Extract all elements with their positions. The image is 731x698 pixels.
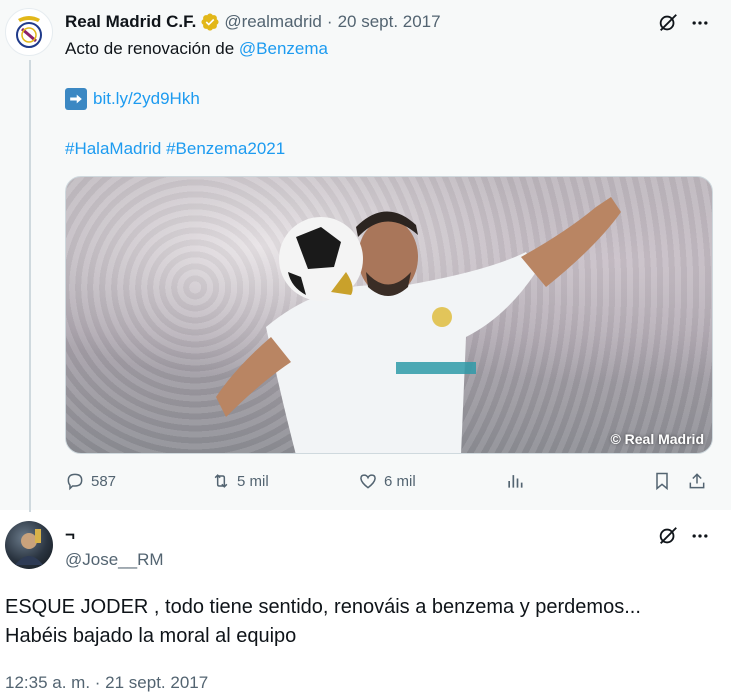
bookmark-icon xyxy=(656,472,668,491)
tweet-action-bar: 587 5 mil 6 mil xyxy=(65,469,713,493)
share-button[interactable] xyxy=(687,469,713,493)
real-madrid-avatar[interactable] xyxy=(5,8,53,56)
tweet-link-line: bit.ly/2yd9Hkh xyxy=(65,88,200,110)
reply-timestamp[interactable]: 12:35 a. m. · 21 sept. 2017 xyxy=(5,673,208,693)
reply-text-line1: ESQUE JODER , todo tiene sentido, renová… xyxy=(5,596,641,618)
tweet-photo[interactable]: © Real Madrid xyxy=(65,176,713,454)
real-madrid-crest-icon xyxy=(16,16,42,48)
retweet-count: 5 mil xyxy=(237,472,269,490)
reply-text: ESQUE JODER , todo tiene sentido, renová… xyxy=(5,593,725,651)
hashtags[interactable]: #HalaMadrid #Benzema2021 xyxy=(65,138,285,160)
grok-icon[interactable] xyxy=(656,524,680,548)
retweet-button[interactable]: 5 mil xyxy=(211,469,269,493)
photo-watermark: © Real Madrid xyxy=(610,431,704,447)
quoted-parent-tweet[interactable]: Real Madrid C.F. @realmadrid · 20 sept. … xyxy=(0,0,731,512)
share-icon xyxy=(689,473,705,489)
more-icon[interactable] xyxy=(688,524,712,548)
reply-text-line2: Habéis bajado la moral al equipo xyxy=(5,625,297,647)
short-url-link[interactable]: bit.ly/2yd9Hkh xyxy=(93,88,200,110)
bookmark-button[interactable] xyxy=(652,469,678,493)
reply-icon xyxy=(67,473,83,491)
retweet-icon xyxy=(214,474,228,488)
views-button[interactable] xyxy=(505,469,531,493)
like-count: 6 mil xyxy=(384,472,416,490)
more-icon[interactable] xyxy=(688,11,712,35)
author-name[interactable]: Real Madrid C.F. xyxy=(65,12,196,32)
avatar-image xyxy=(15,529,43,565)
like-icon xyxy=(360,474,376,489)
tweet-text-prefix: Acto de renovación de xyxy=(65,39,239,58)
tweet-date[interactable]: 20 sept. 2017 xyxy=(338,12,441,32)
reply-author-handle[interactable]: @Jose__RM xyxy=(65,550,164,570)
reply-count: 587 xyxy=(91,472,117,490)
reply-author-name[interactable]: ¬ xyxy=(65,525,75,545)
verified-badge-icon xyxy=(200,12,220,32)
thread-line xyxy=(29,60,31,512)
separator-dot: · xyxy=(326,12,333,31)
like-button[interactable]: 6 mil xyxy=(358,469,416,493)
reply-button[interactable]: 587 xyxy=(65,469,116,493)
reply-author-avatar[interactable] xyxy=(5,521,53,569)
tweet-text-line1: Acto de renovación de @Benzema xyxy=(65,38,328,60)
mention-link[interactable]: @Benzema xyxy=(239,39,328,58)
right-arrow-emoji-icon xyxy=(65,88,87,110)
grok-icon[interactable] xyxy=(656,11,680,35)
player-illustration xyxy=(216,197,621,453)
tweet-header: Real Madrid C.F. @realmadrid · 20 sept. … xyxy=(65,11,441,33)
author-handle[interactable]: @realmadrid xyxy=(224,12,322,32)
views-icon xyxy=(508,475,523,488)
